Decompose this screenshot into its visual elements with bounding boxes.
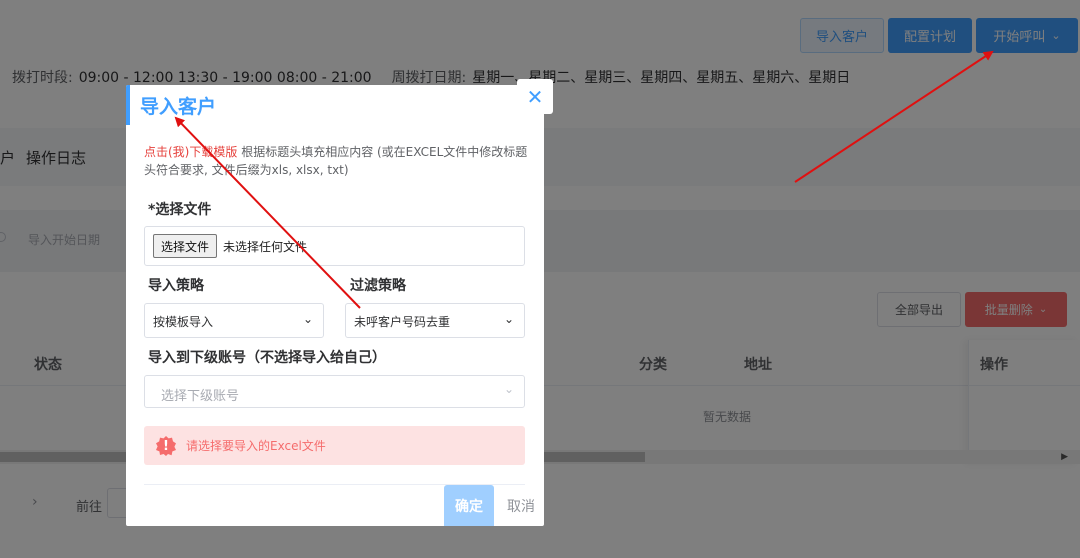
file-label: *选择文件 (148, 202, 212, 218)
file-status-text: 未选择任何文件 (223, 240, 308, 254)
filter-strategy-select[interactable]: 未呼客户号码去重 ⌄ (345, 303, 525, 338)
import-strategy-select[interactable]: 按模板导入 ⌄ (144, 303, 324, 338)
sub-account-label: 导入到下级账号（不选择导入给自己） (148, 350, 386, 366)
download-tip: 点击(我)下载模版 根据标题头填充相应内容 (或在EXCEL文件中修改标题头符合… (144, 143, 534, 179)
error-alert: ! 请选择要导入的Excel文件 (144, 426, 525, 465)
error-icon: ! (156, 436, 176, 456)
cancel-label: 取消 (507, 498, 535, 515)
file-input[interactable]: 选择文件 未选择任何文件 (144, 226, 525, 266)
alert-text: 请选择要导入的Excel文件 (186, 439, 326, 453)
download-template-link[interactable]: 点击(我)下载模版 (144, 145, 237, 159)
chevron-down-icon: ⌄ (503, 312, 514, 326)
filter-strategy-label: 过滤策略 (350, 278, 406, 294)
chevron-down-icon: ⌄ (503, 382, 514, 396)
import-strategy-label: 导入策略 (148, 278, 204, 294)
sub-account-select[interactable]: 选择下级账号 ⌄ (144, 375, 525, 408)
chevron-down-icon: ⌄ (302, 312, 313, 326)
confirm-label: 确定 (455, 498, 483, 515)
dialog-header: 导入客户 (126, 85, 544, 125)
import-strategy-value: 按模板导入 (153, 315, 214, 329)
filter-strategy-value: 未呼客户号码去重 (354, 315, 451, 329)
cancel-button[interactable]: 取消 (501, 485, 541, 526)
close-icon[interactable]: ✕ (517, 79, 553, 114)
dialog-title: 导入客户 (140, 96, 217, 118)
confirm-button[interactable]: 确定 (444, 485, 494, 526)
sub-account-placeholder: 选择下级账号 (161, 389, 240, 404)
import-customers-dialog: 导入客户 点击(我)下载模版 根据标题头填充相应内容 (或在EXCEL文件中修改… (126, 85, 544, 526)
choose-file-button[interactable]: 选择文件 (153, 234, 218, 258)
